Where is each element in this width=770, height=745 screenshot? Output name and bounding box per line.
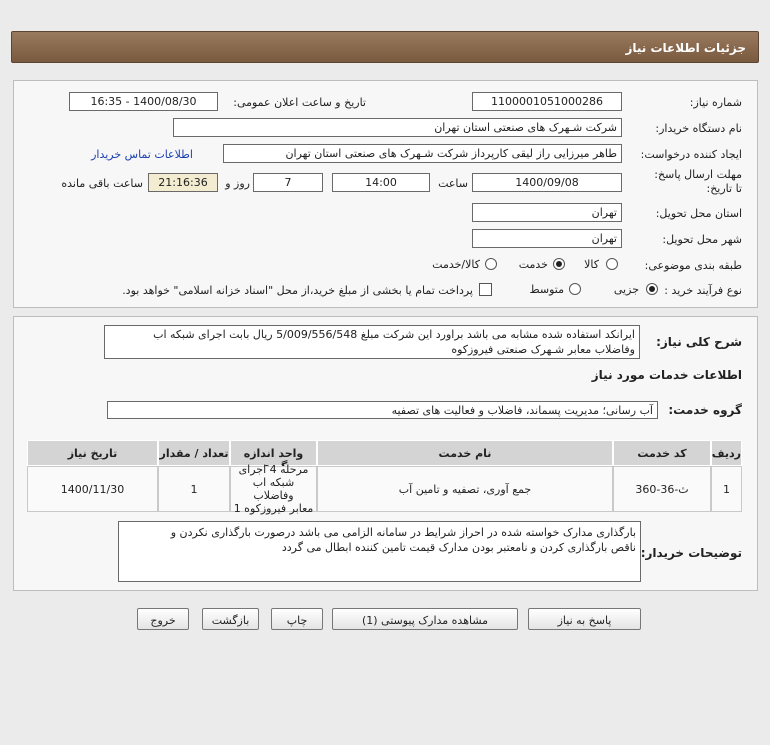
need-info-panel [13,80,758,308]
unit-line-3: معابر فیروزکوه 1 [233,502,314,515]
col-date-header: تاریخ نیاز [27,440,158,466]
unit-line-2: شبکه اب وفاضلاب [252,476,295,502]
process-minor-label: جزیی [613,283,639,296]
category-service-radio[interactable] [553,258,565,270]
category-goods-radio[interactable] [606,258,618,270]
need-number-label: شماره نیاز: [689,96,742,109]
deadline-label: مهلت ارسال پاسخ: تا تاریخ: [652,168,742,196]
back-button[interactable]: بازگشت [202,608,259,630]
remaining-time-field: 21:16:36 [148,173,218,192]
services-table: ردیف کد خدمت نام خدمت واحد اندازه گیری ت… [27,440,742,515]
page-title: جزئیات اطلاعات نیاز [625,41,746,55]
services-section-title: اطلاعات خدمات مورد نیاز [591,368,742,382]
category-label: طبقه بندی موضوعی: [644,259,742,272]
description-line-2: وفاضلاب معابر شـهرک صنعتی فیروزکوه [451,343,635,356]
col-name-header: نام خدمت [317,440,613,466]
table-row-code: ث-36-360 [613,466,711,512]
service-group-field: آب رسانی؛ مدیریت پسماند، فاضلاب و فعالیت… [107,401,658,419]
description-field: ایرانکد استفاده شده مشابه می باشد براورد… [104,325,640,359]
buyer-notes-label: توضیحات خریدار: [640,546,742,560]
days-label: روز و [225,177,250,190]
process-medium-label: متوسط [529,283,564,296]
category-both-label: کالا/خدمت [432,258,480,271]
requester-label: ایجاد کننده درخواست: [640,148,742,161]
col-code-header: کد خدمت [613,440,711,466]
table-row-unit: مرحله 4 اجرای شبکه اب وفاضلاب معابر فیرو… [230,463,317,515]
process-medium-radio[interactable] [569,283,581,295]
table-row-date: 1400/11/30 [27,466,158,512]
province-field: تهران [472,203,622,222]
buyer-notes-field: بارگذاری مدارک خواسته شده در احراز شرایط… [118,521,641,582]
buyer-org-label: نام دستگاه خریدار: [655,122,742,135]
process-label: نوع فرآیند خرید : [664,284,742,297]
page-header: جزئیات اطلاعات نیاز [11,31,759,63]
category-service-label: خدمت [518,258,548,271]
category-both-radio[interactable] [485,258,497,270]
buyer-contact-link[interactable]: اطلاعات تماس خریدار [91,148,193,161]
announce-date-label: تاریخ و ساعت اعلان عمومی: [233,96,366,109]
city-label: شهر محل تحویل: [662,233,742,246]
table-row-quantity: 1 [158,466,230,512]
description-line-1: ایرانکد استفاده شده مشابه می باشد براورد… [153,328,635,341]
buyer-notes-line-1: بارگذاری مدارک خواسته شده در احراز شرایط… [170,526,636,539]
deadline-date-field: 1400/09/08 [472,173,622,192]
announce-date-field: 1400/08/30 - 16:35 [69,92,218,111]
deadline-time-field: 14:00 [332,173,430,192]
requester-field: طاهر میرزایی راز لیقی کارپرداز شرکت شـهر… [223,144,622,163]
view-attachments-button[interactable]: مشاهده مدارک پیوستی (1) [332,608,518,630]
reply-button[interactable]: پاسخ به نیاز [528,608,641,630]
col-row-header: ردیف [711,440,742,466]
buyer-org-field: شرکت شـهرک های صنعتی استان تهران [173,118,622,137]
province-label: استان محل تحویل: [655,207,742,220]
table-row-number: 1 [711,466,742,512]
col-qty-header: تعداد / مقدار [158,440,230,466]
exit-button[interactable]: خروج [137,608,189,630]
buyer-notes-line-2: ناقص بارگذاری کردن و نامعتبر بودن مدارک … [281,541,636,554]
need-number-field: 1100001051000286 [472,92,622,111]
treasury-payment-note: پرداخت تمام یا بخشی از مبلغ خرید،از محل … [122,284,473,297]
deadline-label-text: مهلت ارسال پاسخ: تا تاریخ: [654,168,742,195]
table-row-service-name: جمع آوری، تصفیه و تامین آب [317,466,613,512]
treasury-payment-checkbox[interactable] [479,283,492,296]
service-group-label: گروه خدمت: [668,403,742,417]
remaining-time-label: ساعت باقی مانده [61,177,143,190]
deadline-time-label: ساعت [438,177,468,190]
category-goods-label: کالا [584,258,599,271]
city-field: تهران [472,229,622,248]
process-minor-radio[interactable] [646,283,658,295]
days-remaining-field: 7 [253,173,323,192]
description-label: شرح کلی نیاز: [656,335,742,349]
print-button[interactable]: چاپ [271,608,323,630]
unit-line-1: مرحله 4 اجرای [238,463,309,476]
